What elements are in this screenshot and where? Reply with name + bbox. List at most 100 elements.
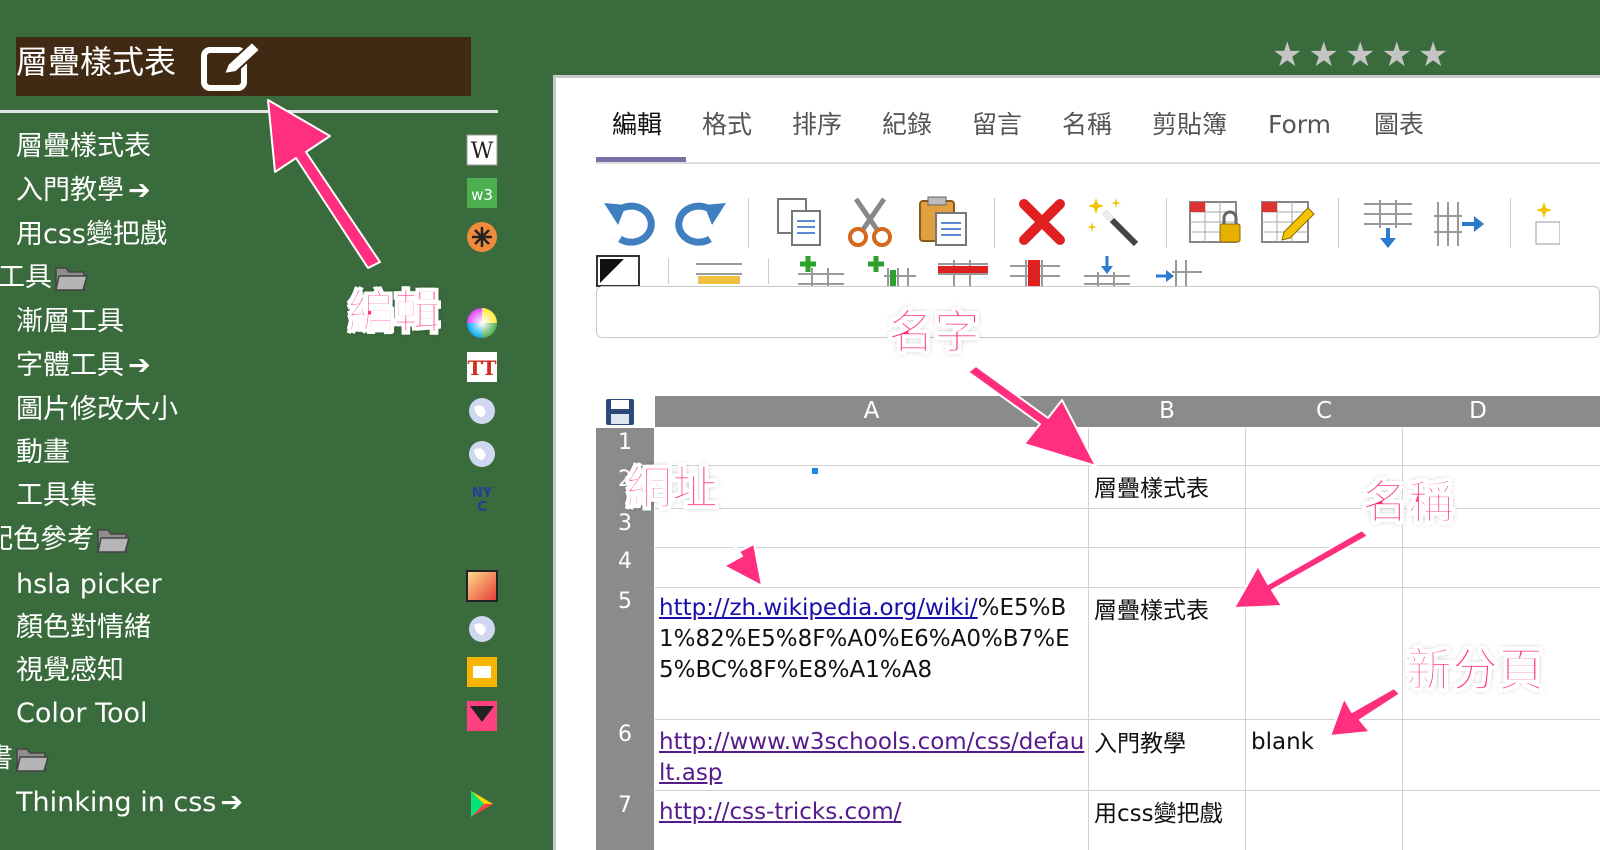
add-column-icon[interactable] — [864, 254, 918, 286]
globe-icon[interactable] — [466, 613, 498, 645]
add-row-icon[interactable] — [794, 254, 848, 286]
tab-edit[interactable]: 編輯 — [612, 108, 662, 142]
sidebar-item-visual-perception[interactable]: 視覺感知 — [16, 654, 124, 688]
formula-input[interactable] — [596, 286, 1600, 338]
color-tool-icon[interactable] — [466, 700, 498, 732]
sidebar-item-css[interactable]: 層疊樣式表 — [16, 130, 151, 164]
font-tool-icon[interactable]: TT — [466, 351, 498, 383]
tab-format[interactable]: 格式 — [702, 108, 752, 142]
cell-a5-link[interactable]: http://zh.wikipedia.org/wiki/ — [659, 595, 978, 621]
cell-a6-link[interactable]: http://www.w3schools.com/css/default.asp — [659, 729, 1084, 786]
globe-icon[interactable] — [466, 395, 498, 427]
svg-text:NY: NY — [472, 486, 493, 501]
sidebar-item-label: hsla picker — [16, 569, 162, 600]
insert-row-icon[interactable] — [1360, 198, 1416, 250]
insert-column-icon[interactable] — [1432, 198, 1488, 250]
redo-icon[interactable] — [672, 195, 730, 247]
edit-cells-icon[interactable] — [1260, 198, 1316, 248]
cell-b7[interactable]: 用css變把戲 — [1094, 799, 1223, 830]
magic-wand-icon[interactable] — [1086, 194, 1142, 250]
row-header-4[interactable]: 4 — [596, 549, 654, 574]
tab-form[interactable]: Form — [1268, 108, 1331, 142]
insert-column-right-icon[interactable] — [1152, 254, 1206, 286]
undo-icon[interactable] — [600, 195, 658, 247]
sidebar-folder-books[interactable]: 書 — [0, 742, 49, 776]
sidebar-item-label: 顏色對情緒 — [16, 612, 151, 643]
tab-clipboard[interactable]: 剪貼簿 — [1152, 108, 1227, 142]
color-wheel-icon[interactable] — [466, 307, 498, 339]
delete-icon[interactable] — [1016, 196, 1068, 248]
sidebar-item-label: 漸層工具 — [16, 306, 124, 337]
lock-cells-icon[interactable] — [1188, 198, 1244, 248]
toolbar-separator — [668, 258, 669, 284]
cell-b2[interactable]: 層疊樣式表 — [1094, 474, 1209, 505]
cell-a7[interactable]: http://css-tricks.com/ — [659, 797, 1085, 828]
sidebar-item-tutorial[interactable]: 入門教學 ➔ — [16, 174, 151, 208]
gradient-square-icon[interactable] — [466, 570, 498, 602]
sidebar-item-toolset[interactable]: 工具集 — [16, 479, 97, 513]
grid-line — [655, 547, 1600, 548]
grid-line — [1245, 428, 1246, 850]
row-header-5[interactable]: 5 — [596, 589, 654, 614]
cut-icon[interactable] — [842, 195, 898, 249]
insert-row-below-icon[interactable] — [1080, 254, 1134, 286]
yellow-box-icon[interactable] — [466, 656, 498, 688]
sidebar-title: 層疊樣式表 — [16, 43, 177, 81]
sidebar-item-animation[interactable]: 動畫 — [16, 436, 70, 470]
tab-comments[interactable]: 留言 — [972, 108, 1022, 142]
sidebar-item-css-tricks[interactable]: 用css變把戲 — [16, 218, 167, 252]
grid-line — [655, 719, 1600, 720]
sidebar-item-image-resize[interactable]: 圖片修改大小 — [16, 393, 178, 427]
delete-row-icon[interactable] — [936, 258, 990, 286]
cell-c6[interactable]: blank — [1251, 727, 1314, 758]
more-tools-icon[interactable] — [1532, 196, 1560, 250]
merge-cells-icon[interactable] — [694, 258, 744, 286]
sidebar-item-hsla-picker[interactable]: hsla picker — [16, 568, 162, 602]
sidebar-folder-tools[interactable]: 工具 — [0, 261, 88, 295]
css-tricks-icon[interactable] — [466, 221, 498, 253]
tab-chart[interactable]: 圖表 — [1374, 108, 1424, 142]
rating-stars[interactable]: ★★★★★ — [1272, 38, 1454, 72]
wikipedia-icon[interactable]: W — [466, 134, 498, 166]
sidebar-item-thinking-in-css[interactable]: Thinking in css ➔ — [16, 786, 243, 820]
annotation-url: 網址 — [626, 461, 719, 516]
row-header-6[interactable]: 6 — [596, 722, 654, 747]
row-header-7[interactable]: 7 — [596, 793, 654, 818]
globe-icon[interactable] — [466, 438, 498, 470]
edit-icon[interactable] — [200, 38, 264, 94]
cell-a7-link[interactable]: http://css-tricks.com/ — [659, 799, 901, 825]
svg-text:C: C — [477, 500, 487, 513]
copy-icon[interactable] — [772, 195, 826, 249]
tab-sort[interactable]: 排序 — [792, 108, 842, 142]
sidebar-item-color-tool[interactable]: Color Tool — [16, 697, 148, 731]
toolbar-separator — [1166, 198, 1167, 248]
sidebar-item-color-emotion[interactable]: 顏色對情緒 — [16, 611, 151, 645]
paste-icon[interactable] — [914, 193, 972, 249]
tab-names[interactable]: 名稱 — [1062, 108, 1112, 142]
cell-style-icon[interactable] — [596, 255, 640, 287]
sidebar-folder-label: 工具 — [0, 262, 52, 293]
annotation-new-tab: 新分頁 — [1406, 643, 1545, 698]
cell-b5[interactable]: 層疊樣式表 — [1094, 596, 1209, 627]
save-icon[interactable] — [605, 398, 635, 426]
grid-line — [655, 587, 1600, 588]
column-header-b[interactable]: B — [1089, 396, 1245, 427]
grid-line — [1088, 428, 1089, 850]
sidebar-folder-colors[interactable]: 配色參考 — [0, 523, 130, 557]
sidebar-item-label: 用css變把戲 — [16, 219, 167, 250]
column-header-a[interactable]: A — [655, 396, 1088, 427]
play-store-icon[interactable] — [466, 788, 498, 820]
cell-a5[interactable]: http://zh.wikipedia.org/wiki/%E5%B1%82%E… — [659, 593, 1085, 686]
row-header-1[interactable]: 1 — [596, 430, 654, 455]
cell-b6[interactable]: 入門教學 — [1094, 729, 1186, 760]
toolset-icon[interactable]: NYC — [466, 481, 498, 513]
sidebar-item-gradient[interactable]: 漸層工具 — [16, 305, 124, 339]
cell-a6[interactable]: http://www.w3schools.com/css/default.asp — [659, 727, 1085, 789]
tab-history[interactable]: 紀錄 — [882, 108, 932, 142]
arrow-right-icon: ➔ — [220, 787, 243, 818]
sidebar-item-font-tool[interactable]: 字體工具 ➔ — [16, 349, 151, 383]
w3schools-icon[interactable]: w3 — [466, 177, 498, 209]
column-header-d[interactable]: D — [1403, 396, 1553, 427]
delete-column-icon[interactable] — [1008, 258, 1062, 286]
column-header-c[interactable]: C — [1246, 396, 1402, 427]
